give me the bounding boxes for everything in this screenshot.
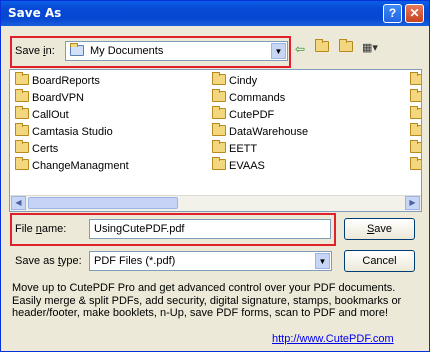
back-arrow-icon[interactable]: ⇦ bbox=[295, 42, 305, 56]
list-item[interactable]: ChangeManagment bbox=[13, 157, 129, 175]
folder-icon bbox=[15, 140, 29, 153]
file-list-column-1: BoardReports BoardVPN CallOut Camtasia S… bbox=[13, 72, 129, 175]
folder-icon bbox=[212, 157, 226, 170]
list-item[interactable]: Certs bbox=[13, 140, 129, 158]
view-menu-icon[interactable]: ▦▾ bbox=[362, 41, 378, 54]
save-as-type-value: PDF Files (*.pdf) bbox=[94, 255, 176, 267]
list-item[interactable]: CutePDF bbox=[210, 106, 308, 124]
save-as-type-dropdown[interactable]: PDF Files (*.pdf) ▼ bbox=[89, 251, 332, 271]
folder-icon bbox=[212, 123, 226, 136]
folder-icon bbox=[212, 89, 226, 102]
folder-icon bbox=[15, 123, 29, 136]
list-item[interactable]: BoardReports bbox=[13, 72, 129, 90]
cancel-button[interactable]: Cancel bbox=[344, 250, 415, 272]
up-folder-icon[interactable] bbox=[315, 39, 332, 54]
dialog-title: Save As bbox=[8, 6, 62, 20]
folder-icon bbox=[212, 106, 226, 119]
scroll-right-icon[interactable]: ▶ bbox=[405, 196, 420, 210]
folder-icon[interactable] bbox=[410, 89, 421, 102]
chevron-down-icon[interactable]: ▼ bbox=[271, 43, 286, 59]
cutepdf-link[interactable]: http://www.CutePDF.com bbox=[272, 333, 394, 345]
save-as-dialog: Save As ? ✕ Save in: My Documents ▼ ⇦ ▦▾… bbox=[0, 0, 430, 352]
chevron-down-icon[interactable]: ▼ bbox=[315, 253, 330, 269]
save-button[interactable]: Save bbox=[344, 218, 415, 240]
file-name-label: File name: bbox=[15, 223, 67, 235]
folder-icon[interactable] bbox=[410, 157, 421, 170]
folder-icon[interactable] bbox=[410, 72, 421, 85]
close-button[interactable]: ✕ bbox=[405, 4, 424, 23]
scrollbar-thumb[interactable] bbox=[28, 197, 178, 209]
save-as-type-label: Save as type: bbox=[15, 255, 82, 267]
list-item[interactable]: Camtasia Studio bbox=[13, 123, 129, 141]
help-button[interactable]: ? bbox=[383, 4, 402, 23]
file-list[interactable]: BoardReports BoardVPN CallOut Camtasia S… bbox=[9, 69, 422, 212]
new-folder-icon[interactable] bbox=[339, 39, 356, 54]
file-name-input[interactable]: UsingCutePDF.pdf bbox=[89, 219, 331, 239]
folder-icon[interactable] bbox=[410, 140, 421, 153]
folder-icon bbox=[15, 89, 29, 102]
folder-icon bbox=[15, 157, 29, 170]
horizontal-scrollbar[interactable]: ◀ ▶ bbox=[10, 195, 421, 211]
list-item[interactable]: Commands bbox=[210, 89, 308, 107]
file-list-column-2: Cindy Commands CutePDF DataWarehouse EET… bbox=[210, 72, 308, 175]
list-item[interactable]: BoardVPN bbox=[13, 89, 129, 107]
list-item[interactable]: CallOut bbox=[13, 106, 129, 124]
folder-icon bbox=[15, 72, 29, 85]
save-in-dropdown[interactable]: My Documents ▼ bbox=[65, 41, 288, 61]
save-in-value: My Documents bbox=[90, 45, 164, 57]
folder-icon bbox=[212, 140, 226, 153]
title-bar[interactable]: Save As ? ✕ bbox=[1, 1, 429, 26]
save-in-label: Save in: bbox=[15, 45, 55, 57]
list-item[interactable]: Cindy bbox=[210, 72, 308, 90]
list-item[interactable]: DataWarehouse bbox=[210, 123, 308, 141]
promo-text: Move up to CutePDF Pro and get advanced … bbox=[12, 282, 402, 319]
list-item[interactable]: EVAAS bbox=[210, 157, 308, 175]
folder-icon bbox=[212, 72, 226, 85]
folder-icon[interactable] bbox=[410, 123, 421, 136]
folder-icon[interactable] bbox=[410, 106, 421, 119]
file-list-column-3-partial bbox=[408, 72, 421, 175]
scroll-left-icon[interactable]: ◀ bbox=[11, 196, 26, 210]
folder-icon bbox=[15, 106, 29, 119]
my-documents-icon bbox=[70, 43, 87, 58]
list-item[interactable]: EETT bbox=[210, 140, 308, 158]
